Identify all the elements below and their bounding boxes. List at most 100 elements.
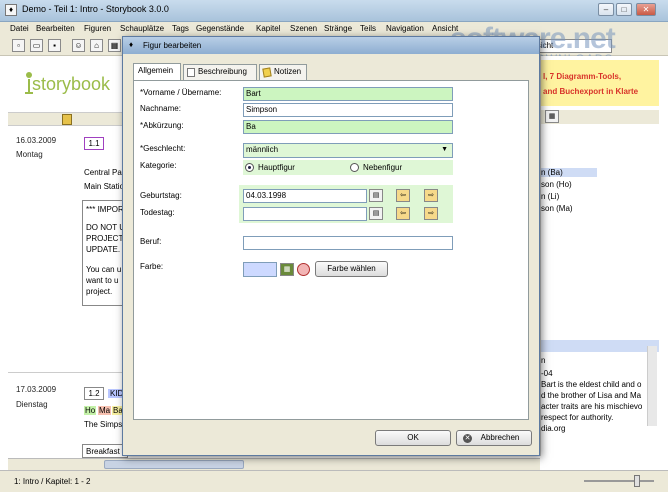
kategorie-label: Kategorie: [140, 161, 177, 170]
color-swatch[interactable] [243, 262, 277, 277]
tab-beschreibung[interactable]: Beschreibung [183, 64, 257, 80]
scene-note-line: PROJECT [86, 234, 124, 243]
horizontal-scrollbar[interactable] [8, 458, 540, 470]
scene-note-line: Breakfast [86, 447, 120, 456]
scene-number[interactable]: 1.1 [84, 137, 104, 150]
right-panel: l, 7 Diagramm-Tools, and Buchexport in K… [540, 56, 659, 456]
character-list-item[interactable]: n (Li) [541, 192, 559, 201]
scene-weekday: Montag [16, 150, 43, 159]
cancel-button[interactable]: ✕ Abbrechen [456, 430, 532, 446]
scene-note-line: DO NOT U [86, 223, 125, 232]
detail-line: dia.org [541, 424, 566, 433]
calendar-icon[interactable]: ▤ [369, 189, 383, 202]
notes-icon [262, 67, 272, 78]
minimize-button[interactable]: – [598, 3, 614, 16]
menu-navigation[interactable]: Navigation [386, 24, 424, 33]
menu-tags[interactable]: Tags [172, 24, 189, 33]
scene-note-line: You can u [86, 265, 122, 274]
window-titlebar: ♦ Demo - Teil 1: Intro - Storybook 3.0.0… [0, 0, 668, 22]
add-character-icon[interactable]: ☺ [72, 39, 85, 52]
character-list-item[interactable]: n (Ba) [541, 168, 597, 177]
menu-bearbeiten[interactable]: Bearbeiten [36, 24, 75, 33]
farbe-label: Farbe: [140, 262, 164, 271]
hauptfigur-radio[interactable] [245, 163, 254, 172]
app-icon: ♦ [5, 4, 17, 16]
lock-icon[interactable] [62, 114, 72, 125]
beruf-field[interactable] [243, 236, 453, 250]
cancel-icon: ✕ [463, 434, 472, 443]
character-list-item[interactable]: son (Ho) [541, 180, 572, 189]
menu-kapitel[interactable]: Kapitel [256, 24, 280, 33]
document-icon [187, 68, 195, 77]
scrollbar-thumb[interactable] [104, 460, 244, 469]
geschlecht-value: männlich [246, 145, 279, 154]
today-date-icon[interactable]: ⇨ [424, 189, 438, 202]
character-list-item[interactable]: son (Ma) [541, 204, 573, 213]
zoom-slider[interactable] [584, 480, 654, 482]
menu-schauplaetze[interactable]: Schauplätze [120, 24, 164, 33]
detail-scrollbar[interactable] [647, 346, 657, 426]
lock-bar [8, 112, 128, 126]
geschlecht-select[interactable]: männlich ▼ [243, 143, 453, 158]
menu-szenen[interactable]: Szenen [290, 24, 317, 33]
menu-datei[interactable]: Datei [10, 24, 29, 33]
edit-character-dialog: ♦ Figur bearbeiten Allgemein Beschreibun… [122, 36, 540, 456]
geburtstag-field[interactable]: 04.03.1998 [243, 189, 367, 203]
open-folder-icon[interactable]: ▭ [30, 39, 43, 52]
clear-date-icon[interactable]: ⇦ [396, 189, 410, 202]
menu-straenge[interactable]: Stränge [324, 24, 352, 33]
save-icon[interactable]: ▪ [48, 39, 61, 52]
scene-weekday: Dienstag [16, 400, 48, 409]
todestag-field[interactable] [243, 207, 367, 221]
add-location-icon[interactable]: ⌂ [90, 39, 103, 52]
new-file-icon[interactable]: ▫ [12, 39, 25, 52]
clear-date-icon[interactable]: ⇦ [396, 207, 410, 220]
dialog-titlebar: ♦ Figur bearbeiten [123, 37, 539, 54]
calendar-icon[interactable]: ▤ [369, 207, 383, 220]
promo-banner: l, 7 Diagramm-Tools, and Buchexport in K… [541, 60, 659, 106]
character-tag: Ma [98, 406, 112, 415]
choose-color-button[interactable]: Farbe wählen [315, 261, 388, 277]
brand-label: storybook [32, 74, 111, 94]
detail-line: n [541, 356, 546, 365]
tab-allgemein[interactable]: Allgemein [133, 63, 181, 81]
clear-color-icon[interactable] [297, 263, 310, 276]
chevron-down-icon: ▼ [441, 146, 448, 153]
menu-gegenstaende[interactable]: Gegenstände [196, 24, 244, 33]
vorname-field[interactable]: Bart [243, 87, 453, 101]
ok-button[interactable]: OK [375, 430, 451, 446]
scene-line: The Simps [84, 420, 123, 429]
character-tag: Ho [84, 406, 97, 415]
kategorie-group: Hauptfigur Nebenfigur [243, 160, 453, 175]
today-date-icon[interactable]: ⇨ [424, 207, 438, 220]
table-view-icon[interactable]: ▦ [108, 39, 121, 52]
close-window-button[interactable]: ✕ [636, 3, 656, 16]
menu-teils[interactable]: Teils [360, 24, 376, 33]
geburtstag-label: Geburtstag: [140, 191, 182, 200]
nebenfigur-radio[interactable] [350, 163, 359, 172]
detail-line: Bart is the eldest child and o [541, 380, 642, 389]
tab-notizen[interactable]: Notizen [259, 64, 307, 80]
grid-icon[interactable]: ▦ [545, 110, 559, 123]
detail-line: respect for authority. [541, 413, 614, 422]
nachname-field[interactable]: Simpson [243, 103, 453, 117]
abkuerzung-field[interactable]: Ba [243, 120, 453, 134]
menu-figuren[interactable]: Figuren [84, 24, 111, 33]
tab-panel-allgemein: *Vorname / Übername: Bart Nachname: Simp… [133, 80, 529, 420]
scene-number[interactable]: 1.2 [84, 387, 104, 400]
scene-note-line: *** IMPOR [86, 205, 124, 214]
window-title: Demo - Teil 1: Intro - Storybook 3.0.0 [22, 4, 169, 14]
detail-line: -04 [541, 369, 553, 378]
zoom-slider-handle[interactable] [634, 475, 640, 487]
scene-date: 17.03.2009 [16, 385, 57, 394]
maximize-button[interactable]: □ [616, 3, 632, 16]
right-toolbar: ▦ [541, 110, 659, 124]
tab-notizen-label: Notizen [274, 67, 302, 76]
detail-line: d the brother of Lisa and Ma [541, 391, 642, 400]
nebenfigur-label: Nebenfigur [363, 163, 403, 172]
palette-icon[interactable]: ▦ [280, 263, 294, 276]
abkuerzung-label: *Abkürzung: [140, 121, 184, 130]
hauptfigur-label: Hauptfigur [258, 163, 295, 172]
dialog-icon: ♦ [129, 40, 134, 49]
todestag-label: Todestag: [140, 208, 175, 217]
